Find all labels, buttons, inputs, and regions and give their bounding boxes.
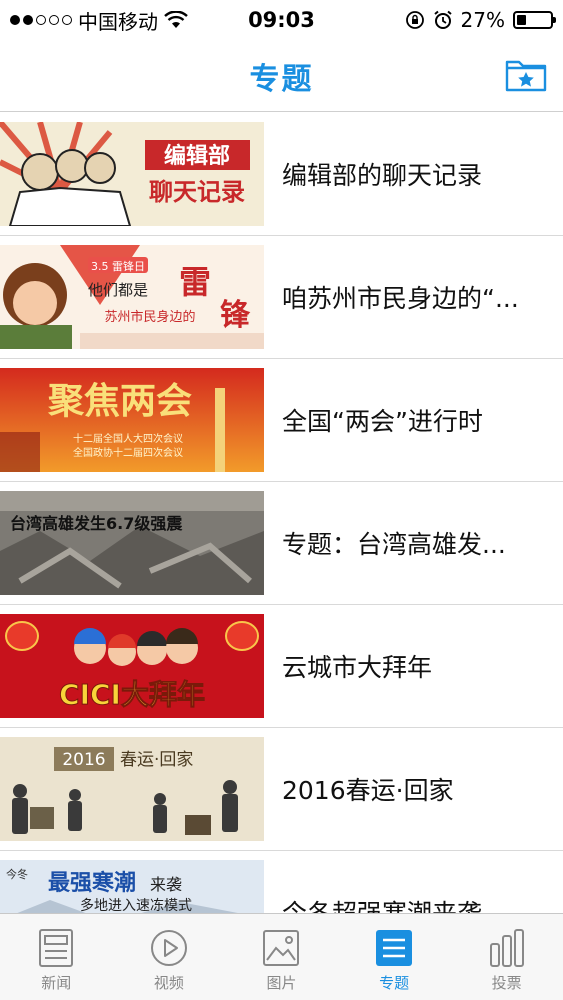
topic-row[interactable]: 今冬 最强寒潮 来袭 多地进入速冻模式 今冬超强寒潮来袭 [0, 851, 563, 913]
thumb-caption: 聊天记录 [149, 178, 245, 206]
tab-label: 视频 [153, 974, 184, 992]
topic-row[interactable]: 编辑部 聊天记录 编辑部的聊天记录 [0, 113, 563, 236]
topic-title: 编辑部的聊天记录 [282, 161, 483, 190]
topic-thumbnail: 台湾高雄发生6.7级强震 [0, 491, 264, 595]
thumb-caption: 聚焦两会 [47, 380, 192, 422]
status-bar: 中国移动 09:03 27% [0, 0, 563, 40]
topic-row[interactable]: 聚焦两会 十二届全国人大四次会议 全国政协十二届四次会议 全国“两会”进行时 [0, 359, 563, 482]
thumb-caption: 他们都是 [88, 281, 148, 299]
thumb-caption: 编辑部 [164, 143, 230, 169]
topic-title: 云城市大拜年 [282, 653, 433, 682]
thumb-caption: 台湾高雄发生6.7级强震 [10, 514, 183, 533]
topic-row[interactable]: 台湾高雄发生6.7级强震 专题：台湾高雄发... [0, 482, 563, 605]
topic-title: 今冬超强寒潮来袭 [282, 894, 544, 913]
tab-label: 投票 [491, 974, 522, 992]
picture-icon [263, 930, 300, 966]
thumb-caption: 十二届全国人大四次会议 [73, 432, 183, 445]
thumb-caption: 今冬 [6, 867, 28, 881]
thumb-caption: 全国政协十二届四次会议 [73, 446, 183, 459]
thumb-caption: 最强寒潮 [48, 870, 136, 896]
thumb-caption: 雷 [179, 263, 211, 301]
thumb-caption: 2016 [62, 750, 105, 770]
thumb-caption: 多地进入速冻模式 [80, 897, 192, 913]
tab-pictures[interactable]: 图片 [225, 914, 338, 1000]
thumb-caption: 春运·回家 [120, 750, 193, 770]
favorites-folder-button[interactable] [505, 56, 547, 92]
topic-row[interactable]: 2016 春运·回家 2016春运·回家 [0, 728, 563, 851]
topic-title: 全国“两会”进行时 [282, 407, 483, 436]
topic-thumbnail: 2016 春运·回家 [0, 737, 264, 841]
topic-title: 2016春运·回家 [282, 776, 454, 805]
star-folder-icon [505, 60, 547, 92]
orientation-lock-icon [405, 11, 424, 29]
thumb-caption: 3.5 雷锋日 [91, 260, 145, 273]
topic-thumbnail: 聚焦两会 十二届全国人大四次会议 全国政协十二届四次会议 [0, 368, 264, 472]
battery-level [517, 15, 526, 25]
topic-thumbnail: 今冬 最强寒潮 来袭 多地进入速冻模式 [0, 860, 264, 913]
thumb-caption: 锋 [220, 298, 251, 333]
tab-topics[interactable]: 专题 [338, 914, 451, 1000]
wifi-icon [164, 11, 188, 28]
thumb-caption: 苏州市民身边的 [104, 309, 195, 325]
topics-list-icon [376, 930, 413, 966]
topic-thumbnail: 3.5 雷锋日 他们都是 苏州市民身边的 雷 锋 [0, 245, 264, 349]
tab-label: 新闻 [41, 974, 72, 992]
battery-percent: 27% [460, 8, 505, 32]
topic-title: 咱苏州市民身边的“... [282, 284, 519, 313]
topic-row[interactable]: 3.5 雷锋日 他们都是 苏州市民身边的 雷 锋 咱苏州市民身边的“... [0, 236, 563, 359]
thumb-caption: 来袭 [150, 875, 182, 894]
thumb-caption: CICI大拜年 [59, 678, 205, 711]
alarm-icon [433, 10, 452, 29]
carrier-label: 中国移动 [78, 9, 158, 34]
tab-video[interactable]: 视频 [113, 914, 226, 1000]
topic-list[interactable]: 编辑部 聊天记录 编辑部的聊天记录 3.5 雷锋日 他们都是 苏州市民身边的 雷… [0, 113, 563, 913]
signal-strength-icon [10, 15, 72, 25]
news-icon [39, 929, 74, 967]
topic-row[interactable]: CICI大拜年 云城市大拜年 [0, 605, 563, 728]
navigation-bar: 专题 [0, 40, 563, 112]
tab-poll[interactable]: 投票 [450, 914, 563, 1000]
clock: 09:03 [248, 8, 315, 32]
tab-label: 专题 [379, 974, 410, 992]
topic-thumbnail: CICI大拜年 [0, 614, 264, 718]
tab-news[interactable]: 新闻 [0, 914, 113, 1000]
tab-label: 图片 [266, 974, 297, 992]
tab-bar: 新闻 视频 图片 专题 投票 [0, 913, 563, 1000]
battery-icon [513, 11, 556, 29]
topic-title: 专题：台湾高雄发... [282, 530, 506, 559]
video-play-icon [150, 930, 187, 966]
page-title: 专题 [249, 61, 314, 97]
topic-thumbnail: 编辑部 聊天记录 [0, 122, 264, 226]
poll-bars-icon [489, 929, 524, 967]
